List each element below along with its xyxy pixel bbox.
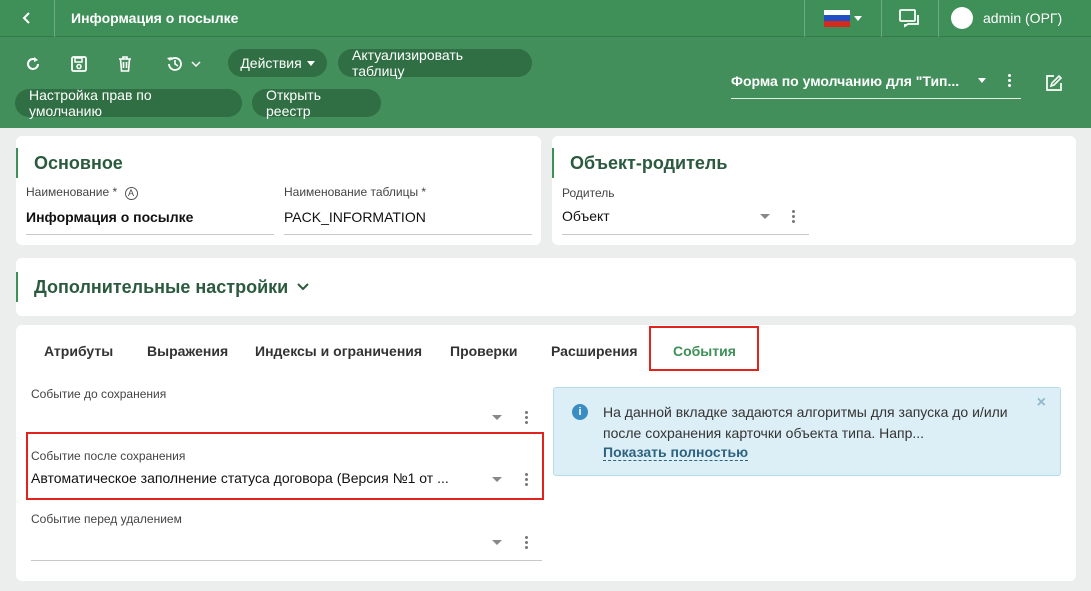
back-icon bbox=[22, 12, 30, 24]
table-name-field[interactable]: PACK_INFORMATION bbox=[284, 209, 426, 225]
save-icon bbox=[71, 56, 87, 72]
chevron-down-icon bbox=[854, 15, 862, 21]
extra-settings-card[interactable]: Дополнительные настройки bbox=[16, 258, 1076, 316]
avatar bbox=[951, 7, 973, 29]
save-button[interactable] bbox=[68, 53, 90, 75]
after-save-highlight bbox=[26, 432, 544, 500]
history-icon bbox=[167, 57, 182, 71]
info-icon: i bbox=[572, 404, 588, 420]
chevron-down-icon bbox=[306, 60, 315, 66]
user-name: admin (ОРГ) bbox=[983, 10, 1063, 26]
actions-label: Действия bbox=[240, 55, 302, 71]
tab-events-highlight bbox=[649, 326, 759, 371]
edit-button[interactable] bbox=[1042, 71, 1066, 95]
open-registry-button[interactable]: Открыть реестр bbox=[252, 87, 381, 119]
main-card: Основное Наименование * A Информация о п… bbox=[16, 136, 541, 245]
delete-button[interactable] bbox=[114, 53, 136, 75]
autotranslate-icon: A bbox=[124, 187, 138, 200]
chat-icon bbox=[899, 9, 919, 28]
more-icon[interactable] bbox=[1008, 74, 1011, 87]
default-rights-button[interactable]: Настройка прав по умолчанию bbox=[15, 87, 242, 119]
before-save-label: Событие до сохранения bbox=[31, 387, 167, 401]
parent-card: Объект-родитель Родитель Объект bbox=[552, 136, 1076, 245]
more-icon[interactable] bbox=[792, 210, 795, 223]
top-bar: Информация о посылке admin (ОРГ) bbox=[0, 0, 1091, 37]
page-title: Информация о посылке bbox=[71, 10, 239, 26]
parent-select[interactable]: Объект bbox=[562, 208, 610, 224]
parent-card-heading: Объект-родитель bbox=[552, 148, 727, 178]
language-selector[interactable] bbox=[805, 9, 881, 27]
name-field[interactable]: Информация о посылке bbox=[26, 209, 193, 225]
delete-icon bbox=[119, 56, 131, 72]
info-box: i На данной вкладке задаются алгоритмы д… bbox=[553, 387, 1061, 476]
before-delete-label: Событие перед удалением bbox=[31, 512, 182, 526]
chevron-down-icon bbox=[297, 283, 309, 291]
back-button[interactable] bbox=[0, 0, 55, 37]
refresh-icon bbox=[27, 57, 39, 70]
more-icon[interactable] bbox=[525, 536, 528, 549]
chevron-down-icon bbox=[978, 78, 986, 83]
tab-extensions[interactable]: Расширения bbox=[551, 343, 638, 359]
tab-indexes[interactable]: Индексы и ограничения bbox=[255, 343, 422, 359]
table-name-label: Наименование таблицы * bbox=[284, 185, 427, 199]
chat-button[interactable] bbox=[882, 8, 938, 28]
extra-settings-heading[interactable]: Дополнительные настройки bbox=[16, 272, 310, 302]
close-icon[interactable]: × bbox=[1037, 394, 1046, 412]
tab-checks[interactable]: Проверки bbox=[450, 343, 518, 359]
show-more-link[interactable]: Показать полностью bbox=[603, 444, 749, 461]
info-message: На данной вкладке задаются алгоритмы для… bbox=[603, 404, 1008, 441]
parent-label: Родитель bbox=[562, 186, 615, 200]
name-label: Наименование * A bbox=[26, 185, 138, 200]
refresh-button[interactable] bbox=[22, 53, 44, 75]
chevron-down-icon[interactable] bbox=[760, 214, 770, 219]
form-select-value: Форма по умолчанию для "Тип... bbox=[731, 72, 960, 89]
main-card-heading: Основное bbox=[16, 148, 123, 178]
form-select[interactable]: Форма по умолчанию для "Тип... bbox=[731, 63, 1021, 99]
tab-expressions[interactable]: Выражения bbox=[147, 343, 228, 359]
tab-attributes[interactable]: Атрибуты bbox=[44, 343, 113, 359]
chevron-down-icon[interactable] bbox=[492, 415, 502, 420]
more-icon[interactable] bbox=[525, 411, 528, 424]
user-menu[interactable]: admin (ОРГ) bbox=[939, 7, 1091, 29]
toolbar: Действия Актуализировать таблицу Настрой… bbox=[0, 37, 1091, 128]
chevron-down-icon[interactable] bbox=[492, 540, 502, 545]
chevron-down-icon bbox=[191, 61, 201, 68]
actions-button[interactable]: Действия bbox=[228, 49, 327, 77]
history-button[interactable] bbox=[160, 52, 206, 76]
flag-ru-icon bbox=[824, 9, 850, 27]
refresh-table-button[interactable]: Актуализировать таблицу bbox=[338, 47, 532, 79]
edit-icon bbox=[1046, 74, 1063, 91]
